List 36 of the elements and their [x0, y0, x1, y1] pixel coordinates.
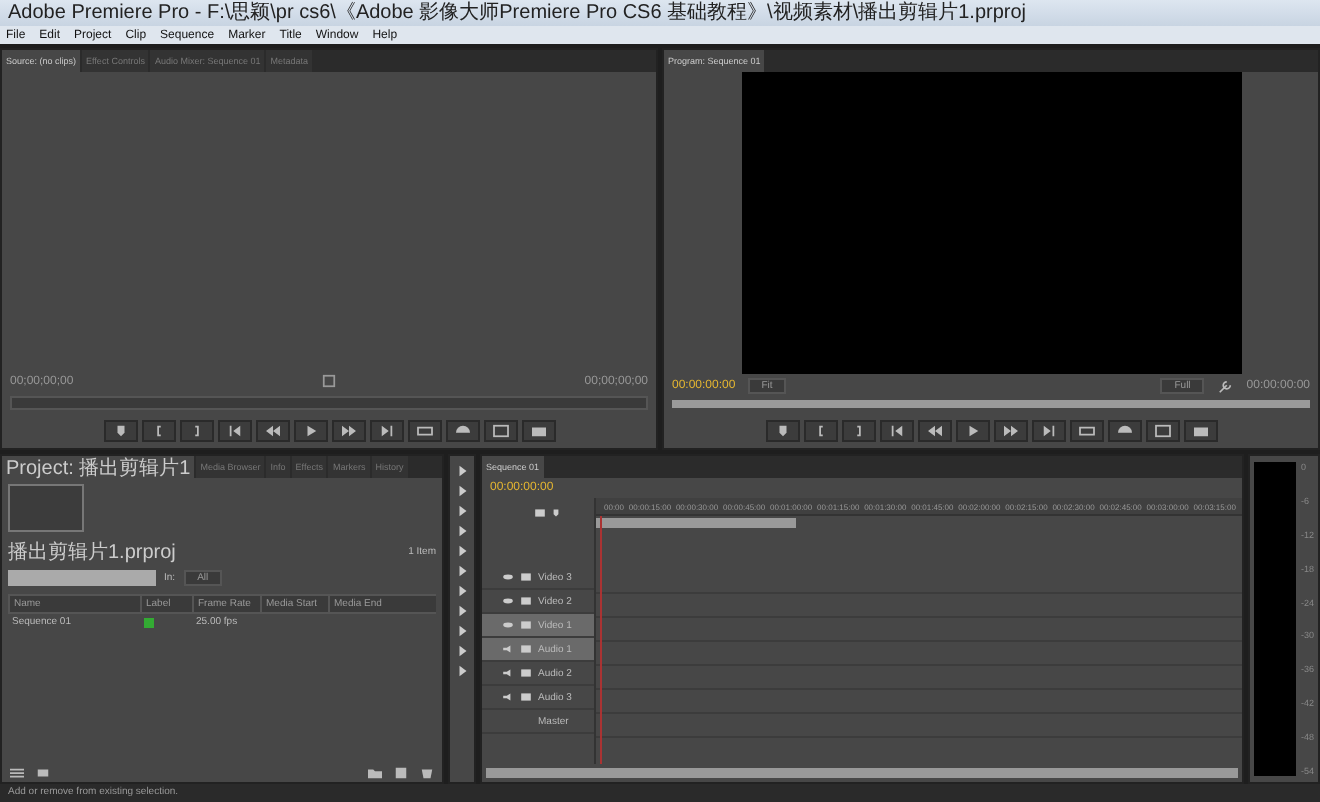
speaker-icon[interactable] — [502, 644, 514, 654]
panel-tab[interactable]: Project: 播出剪辑片1 — [2, 456, 195, 478]
eye-icon[interactable] — [502, 572, 514, 582]
step-forward-icon[interactable] — [377, 424, 395, 438]
filmstrip-icon[interactable] — [520, 596, 532, 606]
filmstrip-icon[interactable] — [520, 668, 532, 678]
forward-icon[interactable] — [339, 424, 357, 438]
window-title: Adobe Premiere Pro - F:\思颖\pr cs6\《Adobe 影像大师Premiere Pro CS6 基础教程》\视频素材\播出剪辑片1.prproj — [0, 0, 1320, 26]
filmstrip-icon[interactable] — [520, 644, 532, 654]
forward-icon[interactable] — [1001, 424, 1019, 438]
eye-icon[interactable] — [502, 596, 514, 606]
filmstrip-icon[interactable] — [520, 572, 532, 582]
rewind-icon[interactable] — [925, 424, 943, 438]
search-field[interactable] — [8, 570, 156, 586]
step-back-icon[interactable] — [225, 424, 243, 438]
list-view-icon[interactable] — [8, 765, 26, 779]
new-item-icon[interactable] — [392, 765, 410, 779]
filmstrip-icon[interactable] — [520, 692, 532, 702]
wrench-icon[interactable] — [1216, 379, 1235, 393]
sequence-thumbnail — [8, 484, 84, 532]
insert-icon[interactable] — [1077, 424, 1095, 438]
eye-icon[interactable] — [502, 620, 514, 630]
insert-icon[interactable] — [415, 424, 433, 438]
rewind-icon[interactable] — [263, 424, 281, 438]
speaker-icon[interactable] — [502, 692, 514, 702]
speaker-icon[interactable] — [502, 668, 514, 678]
step-forward-icon[interactable] — [1039, 424, 1057, 438]
scrollbar[interactable] — [486, 768, 1238, 778]
safe-margins-icon[interactable] — [320, 374, 338, 388]
frame-icon[interactable] — [491, 424, 509, 438]
frame-icon[interactable] — [1153, 424, 1171, 438]
marker-icon[interactable] — [550, 507, 562, 517]
icon-view-icon[interactable] — [34, 765, 52, 779]
filmstrip-icon[interactable] — [520, 620, 532, 630]
step-back-icon[interactable] — [887, 424, 905, 438]
project-file-name: 播出剪辑片1.prproj — [8, 539, 176, 566]
